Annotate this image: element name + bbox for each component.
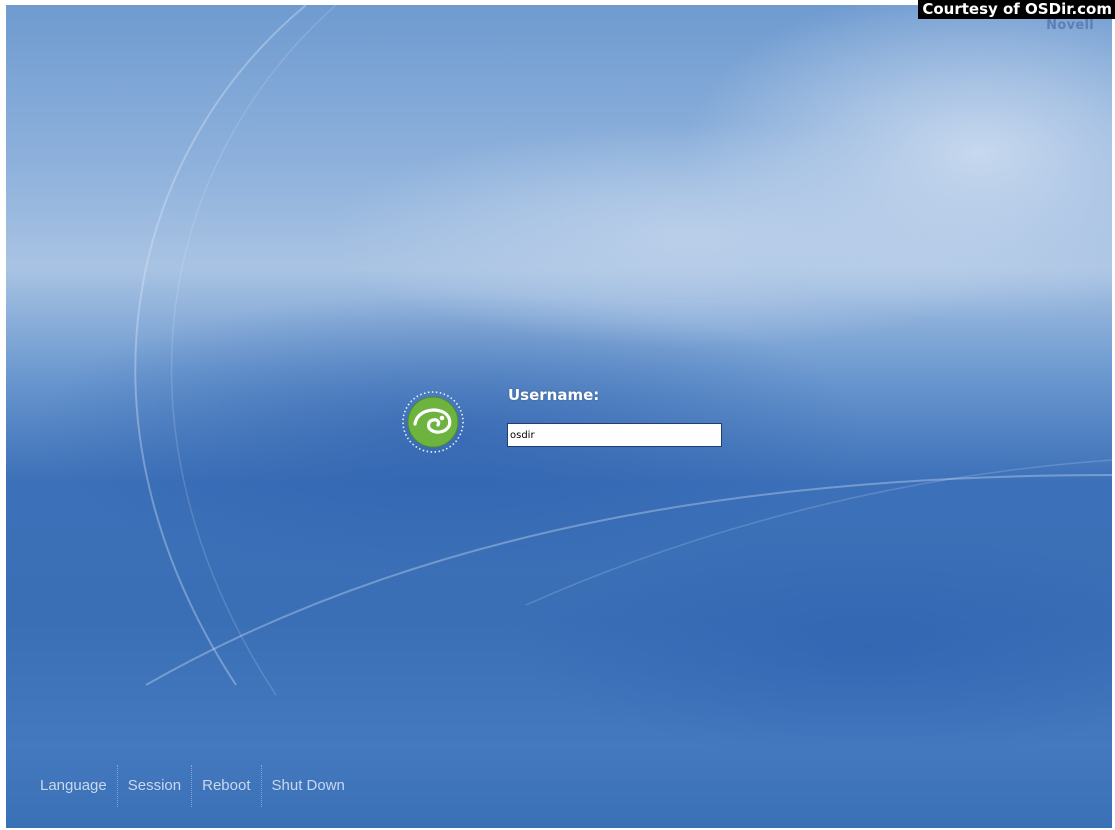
username-input[interactable] [507,423,722,447]
opensuse-gecko-icon [402,391,464,453]
watermark: Courtesy of OSDir.com [918,0,1115,19]
background-swirl [134,5,1112,696]
bottom-action-bar: Language Session Reboot Shut Down [30,765,355,807]
novell-logo: Novell [1046,18,1094,33]
reboot-button[interactable]: Reboot [192,765,260,807]
shutdown-button[interactable]: Shut Down [262,765,355,807]
language-button[interactable]: Language [30,765,117,807]
username-label: Username: [508,386,600,404]
login-screen: Novell Username: Language Session Reboot… [6,5,1112,828]
session-button[interactable]: Session [118,765,191,807]
